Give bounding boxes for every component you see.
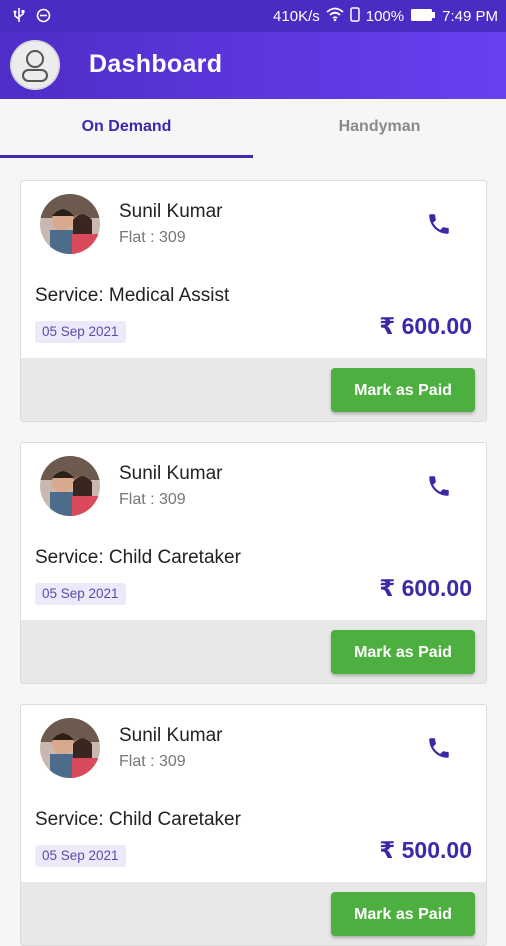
app-bar: Dashboard: [0, 32, 506, 99]
clock: 7:49 PM: [442, 8, 498, 25]
booking-card: Sunil Kumar Flat : 309 Service: Child Ca…: [20, 704, 487, 946]
service-name: Service: Child Caretaker: [35, 547, 241, 568]
card-footer: Mark as Paid: [21, 882, 486, 945]
sim-icon: [350, 7, 360, 26]
customer-flat: Flat : 309: [119, 491, 186, 508]
booking-date: 05 Sep 2021: [35, 583, 126, 605]
service-name: Service: Medical Assist: [35, 285, 230, 306]
battery-percent: 100%: [365, 8, 405, 25]
no-sim-icon: [36, 8, 51, 27]
booking-amount: ₹ 500.00: [379, 837, 472, 863]
customer-flat: Flat : 309: [119, 753, 186, 770]
card-footer: Mark as Paid: [21, 620, 486, 683]
card-footer: Mark as Paid: [21, 358, 486, 421]
tab-indicator: [0, 155, 253, 158]
booking-date: 05 Sep 2021: [35, 321, 126, 343]
booking-date: 05 Sep 2021: [35, 845, 126, 867]
booking-card: Sunil Kumar Flat : 309 Service: Child Ca…: [20, 442, 487, 684]
tab-handyman[interactable]: Handyman: [253, 99, 506, 159]
phone-icon[interactable]: [426, 473, 452, 499]
profile-avatar[interactable]: [10, 40, 60, 90]
mark-as-paid-button[interactable]: Mark as Paid: [331, 892, 475, 936]
status-bar: 410K/s 100% 7:49 PM: [0, 0, 506, 32]
customer-name: Sunil Kumar: [119, 463, 223, 484]
customer-photo: [40, 194, 100, 254]
booking-card: Sunil Kumar Flat : 309 Service: Medical …: [20, 180, 487, 422]
usb-icon: [12, 7, 26, 27]
mark-as-paid-button[interactable]: Mark as Paid: [331, 630, 475, 674]
phone-icon[interactable]: [426, 735, 452, 761]
customer-photo: [40, 456, 100, 516]
customer-name: Sunil Kumar: [119, 725, 223, 746]
phone-icon[interactable]: [426, 211, 452, 237]
tab-on-demand[interactable]: On Demand: [0, 99, 253, 159]
service-name: Service: Child Caretaker: [35, 809, 241, 830]
wifi-icon: [326, 7, 344, 26]
customer-photo: [40, 718, 100, 778]
page-title: Dashboard: [89, 50, 223, 78]
booking-amount: ₹ 600.00: [379, 313, 472, 339]
customer-name: Sunil Kumar: [119, 201, 223, 222]
tab-bar: On Demand Handyman: [0, 99, 506, 159]
battery-icon: [410, 8, 436, 26]
mark-as-paid-button[interactable]: Mark as Paid: [331, 368, 475, 412]
customer-flat: Flat : 309: [119, 229, 186, 246]
booking-amount: ₹ 600.00: [379, 575, 472, 601]
profile-icon: [10, 40, 60, 90]
network-speed: 410K/s: [273, 8, 320, 25]
